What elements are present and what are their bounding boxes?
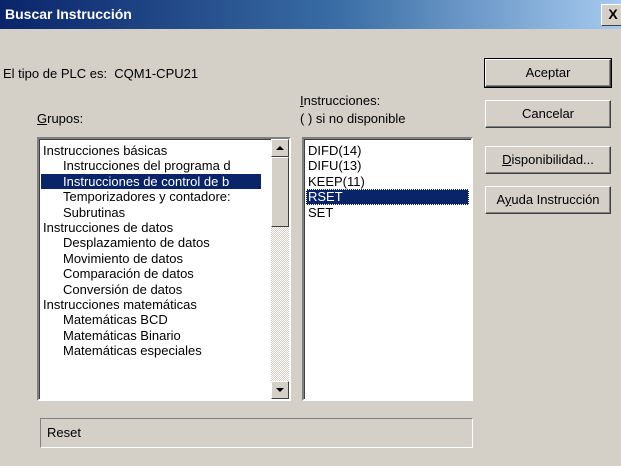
plc-type-caption: El tipo de PLC es: bbox=[3, 66, 108, 81]
close-button[interactable]: X bbox=[601, 4, 621, 26]
group-item[interactable]: Comparación de datos bbox=[41, 266, 261, 281]
availability-rest: isponibilidad... bbox=[511, 152, 594, 167]
plc-type-label: El tipo de PLC es: CQM1-CPU21 bbox=[3, 66, 198, 81]
instruction-item[interactable]: SET bbox=[306, 205, 469, 220]
cancel-button[interactable]: Cancelar bbox=[485, 100, 611, 128]
groups-label-rest: rupos: bbox=[47, 111, 84, 126]
scroll-thumb[interactable] bbox=[271, 157, 289, 227]
group-item[interactable]: Instrucciones matemáticas bbox=[41, 297, 261, 312]
plc-type-value: CQM1-CPU21 bbox=[114, 66, 199, 81]
group-item[interactable]: Matemáticas BCD bbox=[41, 312, 261, 327]
help-rest: uda Instrucción bbox=[511, 192, 600, 207]
group-item[interactable]: Instrucciones básicas bbox=[41, 143, 261, 158]
group-item[interactable]: Conversión de datos bbox=[41, 282, 261, 297]
group-item[interactable]: Temporizadores y contadore: bbox=[41, 189, 261, 204]
group-item[interactable]: Instrucciones del programa d bbox=[41, 158, 261, 173]
group-item[interactable]: Desplazamiento de datos bbox=[41, 235, 261, 250]
title-bar: Buscar Instrucción X bbox=[0, 0, 621, 29]
scroll-up-button[interactable] bbox=[271, 139, 289, 157]
availability-accel: D bbox=[502, 152, 512, 167]
help-pre: A bbox=[496, 192, 505, 207]
instruction-item[interactable]: DIFD(14) bbox=[306, 143, 469, 158]
groups-label-accel: G bbox=[37, 111, 48, 126]
availability-note: ( ) si no disponible bbox=[300, 111, 406, 126]
groups-scrollbar[interactable] bbox=[271, 139, 289, 399]
instructions-items: DIFD(14) DIFU(13) KEEP(11) RSET SET bbox=[306, 143, 469, 220]
group-item[interactable]: Subrutinas bbox=[41, 205, 261, 220]
accept-button[interactable]: Aceptar bbox=[484, 58, 612, 88]
group-item[interactable]: Movimiento de datos bbox=[41, 251, 261, 266]
arrow-up-icon bbox=[276, 146, 284, 150]
availability-button[interactable]: Disponibilidad... bbox=[485, 146, 611, 174]
instruction-item[interactable]: KEEP(11) bbox=[306, 174, 469, 189]
groups-list[interactable]: Instrucciones básicas Instrucciones del p… bbox=[37, 137, 291, 401]
groups-label: Grupos: bbox=[37, 111, 83, 126]
description-field: Reset bbox=[40, 418, 473, 448]
instructions-label: Instrucciones: bbox=[300, 93, 380, 108]
scroll-down-button[interactable] bbox=[271, 381, 289, 399]
arrow-down-icon bbox=[276, 388, 284, 392]
close-icon: X bbox=[608, 6, 618, 22]
group-item[interactable]: Matemáticas especiales bbox=[41, 343, 261, 358]
window-title: Buscar Instrucción bbox=[5, 6, 132, 22]
group-item[interactable]: Instrucciones de control de b bbox=[41, 173, 261, 190]
instruction-help-button[interactable]: Ayuda Instrucción bbox=[485, 186, 611, 214]
instructions-label-rest: nstrucciones: bbox=[303, 93, 381, 108]
groups-items: Instrucciones básicas Instrucciones del p… bbox=[41, 143, 261, 358]
group-item[interactable]: Matemáticas Binario bbox=[41, 328, 261, 343]
instructions-list[interactable]: DIFD(14) DIFU(13) KEEP(11) RSET SET bbox=[302, 137, 473, 401]
instruction-item[interactable]: RSET bbox=[306, 189, 469, 205]
group-item[interactable]: Instrucciones de datos bbox=[41, 220, 261, 235]
instruction-item[interactable]: DIFU(13) bbox=[306, 158, 469, 173]
